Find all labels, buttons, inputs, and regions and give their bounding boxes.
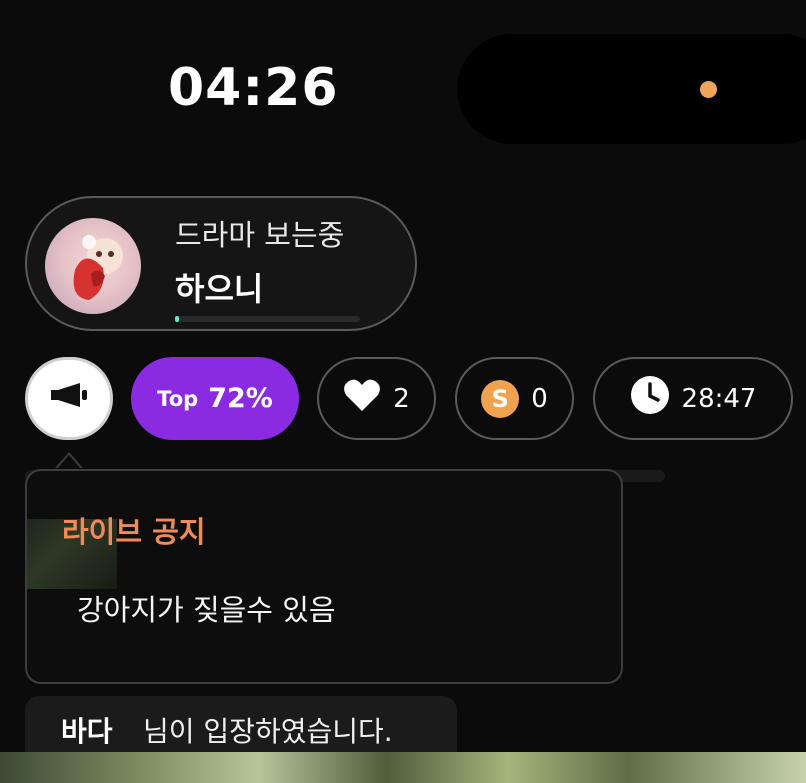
status-time: 04:26 <box>168 58 339 118</box>
video-background <box>0 752 806 783</box>
notice-title: 라이브 공지 <box>62 515 206 549</box>
notice-pointer-inner <box>57 455 81 469</box>
system-message-text: 님이 입장하였습니다. <box>143 715 393 748</box>
coins-button[interactable]: S 0 <box>455 357 574 440</box>
level-progress-track <box>175 316 360 322</box>
avatar-illustration-icon <box>73 235 123 300</box>
streamer-name: 하으니 <box>175 270 264 308</box>
recording-indicator-dot <box>700 81 717 98</box>
likes-button[interactable]: 2 <box>317 357 436 440</box>
avatar[interactable] <box>45 218 141 314</box>
clock-icon <box>630 375 670 422</box>
ranking-value: 72% <box>208 383 273 414</box>
announcement-button[interactable] <box>25 357 113 440</box>
live-stream-screen: 04:26 드라마 보는중 하으니 Top 72% 2 S 0 28:47 라이… <box>0 0 806 783</box>
ranking-label: Top <box>157 386 199 411</box>
system-message-user[interactable]: 바다 <box>61 710 113 750</box>
level-progress-fill <box>175 316 179 322</box>
live-notice-popup[interactable]: 라이브 공지 강아지가 짖을수 있음 <box>25 469 623 684</box>
activity-status: 드라마 보는중 <box>175 218 345 252</box>
streamer-profile-card[interactable]: 드라마 보는중 하으니 <box>25 196 417 331</box>
megaphone-icon <box>49 381 89 416</box>
ranking-badge[interactable]: Top 72% <box>131 357 299 440</box>
coins-count: 0 <box>531 383 548 414</box>
likes-count: 2 <box>393 383 410 414</box>
timer-value: 28:47 <box>681 383 757 414</box>
heart-icon <box>343 378 381 419</box>
coin-icon: S <box>481 379 520 418</box>
stream-timer[interactable]: 28:47 <box>593 357 793 440</box>
dynamic-island <box>457 34 806 144</box>
notice-body: 강아지가 짖을수 있음 <box>77 593 336 627</box>
